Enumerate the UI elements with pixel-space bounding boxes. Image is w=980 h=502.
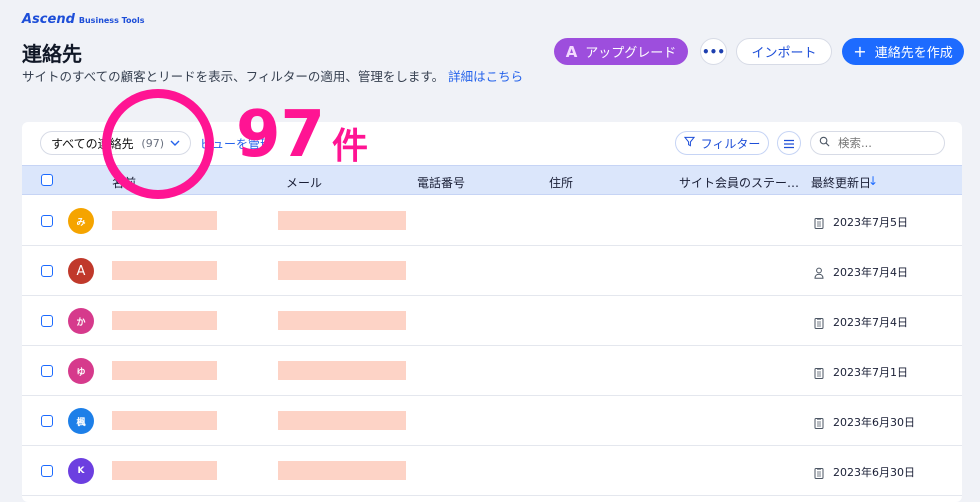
filter-icon — [683, 136, 695, 150]
page-description: サイトのすべての顧客とリードを表示、フィルターの適用、管理をします。 — [22, 69, 445, 84]
create-contact-label: 連絡先を作成 — [874, 46, 953, 61]
avatar: 楓 — [68, 408, 94, 434]
table-row[interactable]: み 2023年7月5日 — [22, 196, 962, 246]
last-updated-date: 2023年7月5日 — [833, 216, 908, 229]
select-all-checkbox[interactable] — [41, 174, 53, 186]
annotation-count: 97 — [236, 98, 326, 172]
redacted-email — [278, 461, 406, 480]
avatar: A — [68, 258, 94, 284]
redacted-email — [278, 261, 406, 280]
row-checkbox[interactable] — [41, 365, 53, 377]
last-updated-date: 2023年7月1日 — [833, 366, 908, 379]
table-row[interactable]: K 2023年6月30日 — [22, 446, 962, 496]
create-contact-button[interactable]: + 連絡先を作成 — [842, 38, 964, 65]
upgrade-button[interactable]: A アップグレード — [554, 38, 688, 65]
avatar: み — [68, 208, 94, 234]
column-header-site-member-status[interactable]: サイト会員のステー… — [679, 174, 799, 191]
sort-down-arrow-icon[interactable]: ↓ — [868, 174, 878, 188]
last-updated-date: 2023年6月30日 — [833, 466, 915, 479]
search-input[interactable] — [836, 135, 930, 151]
redacted-name — [112, 461, 217, 480]
clipboard-icon — [814, 364, 824, 383]
upgrade-label: アップグレード — [585, 46, 677, 61]
redacted-email — [278, 311, 406, 330]
clipboard-icon — [814, 414, 824, 433]
last-updated-date: 2023年7月4日 — [833, 316, 908, 329]
filter-button[interactable]: フィルター — [675, 131, 769, 155]
page-subtitle: サイトのすべての顧客とリードを表示、フィルターの適用、管理をします。 詳細はこちら — [22, 66, 523, 85]
details-link[interactable]: 詳細はこちら — [448, 69, 523, 84]
more-actions-button[interactable]: ••• — [700, 38, 727, 65]
brand-sub: Business Tools — [78, 16, 145, 25]
redacted-name — [112, 411, 217, 430]
plus-icon: + — [853, 42, 867, 61]
redacted-email — [278, 361, 406, 380]
clipboard-icon — [814, 314, 824, 333]
last-updated-date: 2023年6月30日 — [833, 416, 915, 429]
avatar: ゆ — [68, 358, 94, 384]
avatar: K — [68, 458, 94, 484]
avatar: か — [68, 308, 94, 334]
clipboard-icon — [814, 214, 824, 233]
search-icon — [819, 136, 830, 150]
list-settings-icon — [783, 134, 795, 153]
column-header-phone[interactable]: 電話番号 — [417, 174, 465, 191]
redacted-name — [112, 261, 217, 280]
annotation-unit: 件 — [332, 126, 369, 167]
brand-name: Ascend — [22, 12, 75, 27]
column-header-address[interactable]: 住所 — [549, 174, 573, 191]
row-checkbox[interactable] — [41, 315, 53, 327]
import-button[interactable]: インポート — [736, 38, 832, 65]
last-updated-date: 2023年7月4日 — [833, 266, 908, 279]
table-row[interactable]: ゆ 2023年7月1日 — [22, 346, 962, 396]
row-checkbox[interactable] — [41, 265, 53, 277]
redacted-name — [112, 311, 217, 330]
row-checkbox[interactable] — [41, 465, 53, 477]
row-checkbox[interactable] — [41, 415, 53, 427]
filter-label: フィルター — [700, 136, 761, 151]
columns-settings-button[interactable] — [777, 131, 801, 155]
redacted-name — [112, 361, 217, 380]
page-title: 連絡先 — [22, 42, 82, 66]
clipboard-icon — [814, 464, 824, 483]
column-header-email[interactable]: メール — [286, 174, 322, 191]
table-row[interactable]: か 2023年7月4日 — [22, 296, 962, 346]
search-box[interactable] — [810, 131, 945, 155]
table-row[interactable]: 楓 2023年6月30日 — [22, 396, 962, 446]
row-checkbox[interactable] — [41, 215, 53, 227]
upgrade-a-icon: A — [565, 42, 578, 61]
redacted-email — [278, 411, 406, 430]
redacted-email — [278, 211, 406, 230]
person-icon — [814, 264, 824, 283]
highlight-circle-annotation — [102, 89, 214, 199]
table-row[interactable]: A 2023年7月4日 — [22, 246, 962, 296]
redacted-name — [112, 211, 217, 230]
brand-logo: Ascend Business Tools — [22, 12, 145, 27]
column-header-last-updated[interactable]: 最終更新日 — [811, 174, 871, 191]
